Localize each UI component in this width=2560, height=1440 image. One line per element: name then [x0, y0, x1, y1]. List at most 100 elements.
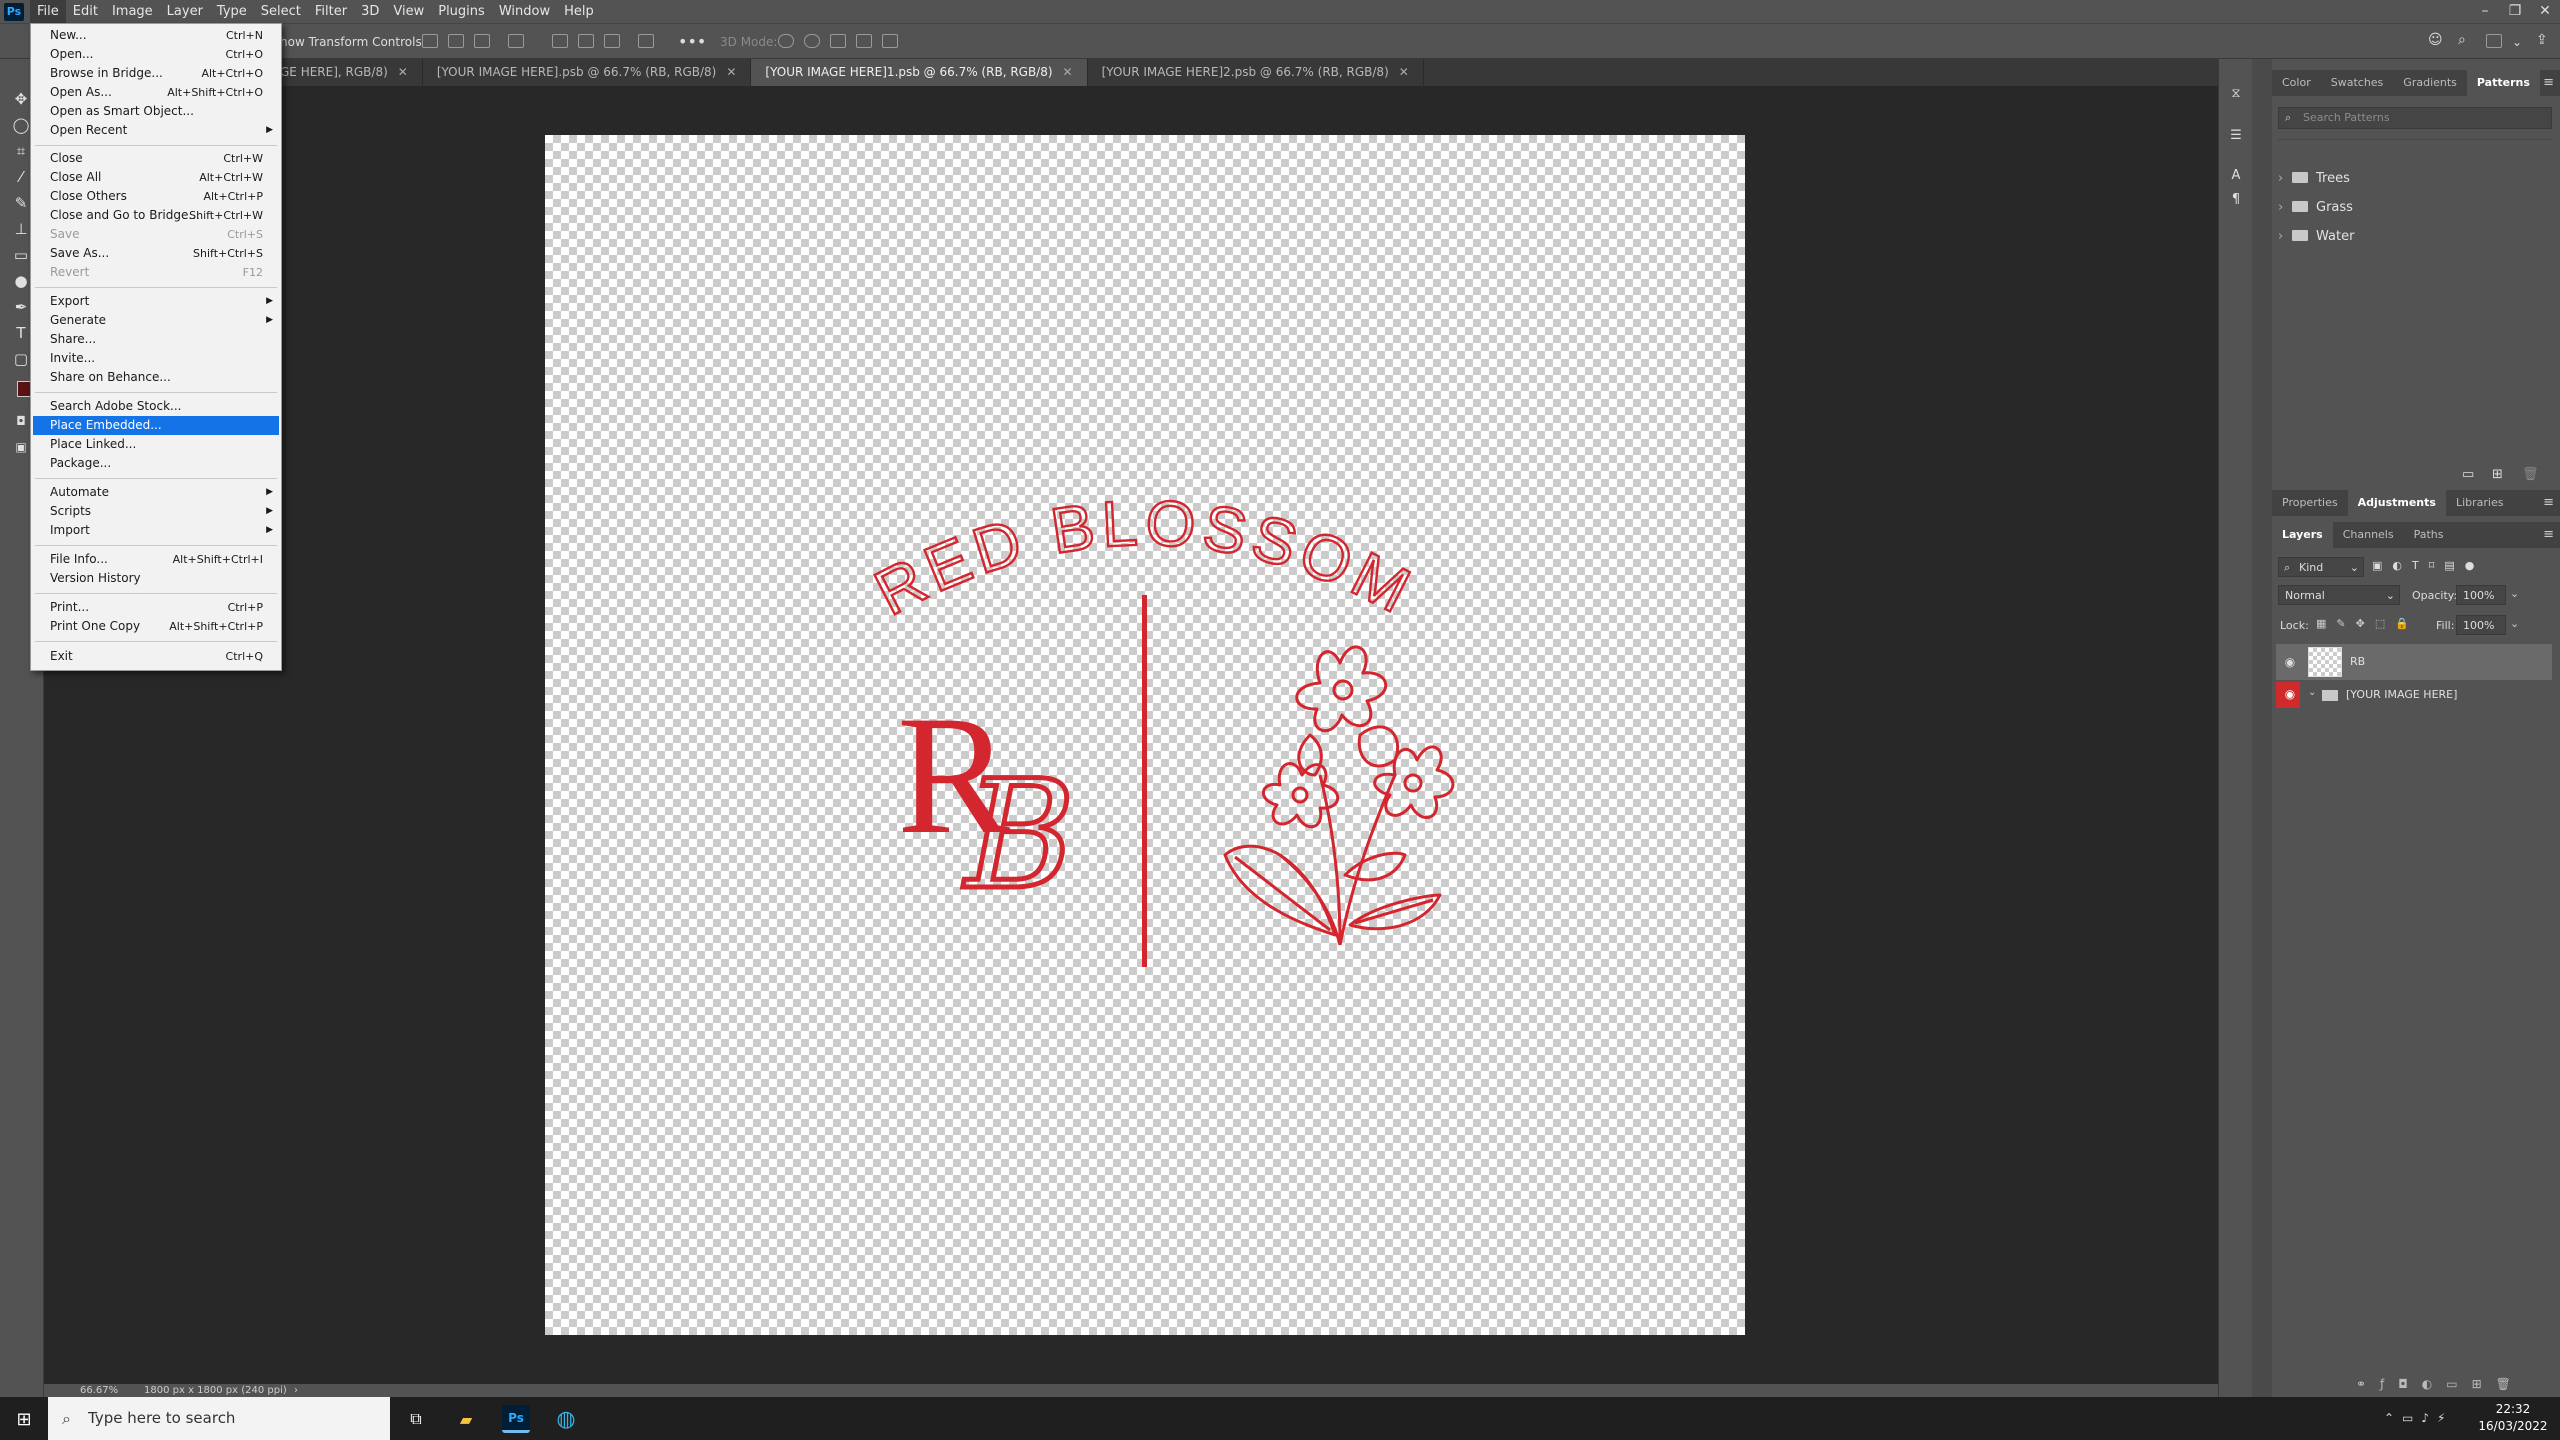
- align-center-icon[interactable]: [448, 34, 464, 48]
- lasso-tool-icon[interactable]: ◯: [10, 115, 32, 135]
- tab-libraries[interactable]: Libraries: [2446, 490, 2514, 516]
- layer-filter-icons[interactable]: ▣◐T⌑▤●: [2372, 559, 2484, 572]
- screen-mode-icon[interactable]: ▣: [10, 437, 32, 457]
- menu-item-revert[interactable]: Revert F12: [33, 263, 279, 282]
- quick-mask-icon[interactable]: ◘: [10, 411, 32, 431]
- menu-item-automate[interactable]: Automate ▶: [33, 483, 279, 502]
- panel-menu-icon[interactable]: ≡: [2543, 490, 2554, 516]
- adjust-sliders-icon[interactable]: ☰: [2225, 125, 2247, 145]
- eye-visibility-icon[interactable]: ◉: [2282, 687, 2298, 701]
- chevron-down-icon[interactable]: ⌄: [2512, 35, 2522, 49]
- menu-item-print-one-copy[interactable]: Print One Copy Alt+Shift+Ctrl+P: [33, 617, 279, 636]
- menu-view[interactable]: View: [386, 0, 431, 23]
- menu-item-open-as[interactable]: Open As... Alt+Shift+Ctrl+O: [33, 83, 279, 102]
- menu-item-print[interactable]: Print... Ctrl+P: [33, 598, 279, 617]
- menu-item-new[interactable]: New... Ctrl+N: [33, 26, 279, 45]
- show-transform-controls-label[interactable]: how Transform Controls: [280, 35, 422, 49]
- restore-icon[interactable]: ❐: [2500, 0, 2530, 23]
- menu-item-save-as[interactable]: Save As... Shift+Ctrl+S: [33, 244, 279, 263]
- menu-item-open[interactable]: Open... Ctrl+O: [33, 45, 279, 64]
- chevron-down-icon[interactable]: ⌄: [2510, 587, 2519, 600]
- 3d-slide-icon[interactable]: [856, 34, 872, 48]
- menu-edit[interactable]: Edit: [66, 0, 105, 23]
- menu-item-exit[interactable]: Exit Ctrl+Q: [33, 647, 279, 666]
- menu-item-invite[interactable]: Invite...: [33, 349, 279, 368]
- menu-window[interactable]: Window: [492, 0, 557, 23]
- new-group-folder-icon[interactable]: ▭: [2462, 467, 2474, 482]
- system-tray-icons[interactable]: ⌃▭♪⚡: [2384, 1411, 2453, 1425]
- menu-item-import[interactable]: Import ▶: [33, 521, 279, 540]
- fill-input[interactable]: 100%: [2456, 615, 2506, 635]
- lock-icons[interactable]: ▦✎✥⬚🔒: [2316, 617, 2419, 630]
- brush-tool-icon[interactable]: ✎: [10, 193, 32, 213]
- eye-visibility-icon[interactable]: ◉: [2282, 655, 2298, 669]
- chevron-down-icon[interactable]: ⌄: [2308, 687, 2316, 698]
- tab-gradients[interactable]: Gradients: [2393, 70, 2467, 96]
- blend-mode-select[interactable]: Normal ⌄: [2278, 585, 2400, 605]
- tab-paths[interactable]: Paths: [2404, 522, 2454, 548]
- 3d-scale-icon[interactable]: [882, 34, 898, 48]
- align-bottom-icon[interactable]: [604, 34, 620, 48]
- minimize-icon[interactable]: –: [2470, 0, 2500, 23]
- task-view-icon[interactable]: ⧉: [402, 1405, 430, 1433]
- paragraph-icon[interactable]: ¶: [2225, 189, 2247, 209]
- layer-name[interactable]: RB: [2350, 655, 2365, 668]
- menu-item-open-recent[interactable]: Open Recent ▶: [33, 121, 279, 140]
- menu-item-share-on-behance[interactable]: Share on Behance...: [33, 368, 279, 387]
- gradient-tool-icon[interactable]: ▭: [10, 245, 32, 265]
- layers-footer-icons[interactable]: ⚭ƒ◘◐▭⊞🗑: [2356, 1377, 2525, 1391]
- chevron-right-icon[interactable]: ›: [2278, 165, 2292, 193]
- close-icon[interactable]: ✕: [2530, 0, 2560, 23]
- align-left-icon[interactable]: [422, 34, 438, 48]
- more-options-icon[interactable]: •••: [678, 32, 706, 51]
- menu-layer[interactable]: Layer: [160, 0, 210, 23]
- tab-color[interactable]: Color: [2272, 70, 2321, 96]
- tab-swatches[interactable]: Swatches: [2321, 70, 2394, 96]
- close-icon[interactable]: ✕: [1063, 65, 1073, 79]
- tab-patterns[interactable]: Patterns: [2466, 70, 2540, 96]
- menu-item-close-others[interactable]: Close Others Alt+Ctrl+P: [33, 187, 279, 206]
- file-explorer-icon[interactable]: ▰: [452, 1405, 480, 1433]
- menu-3d[interactable]: 3D: [354, 0, 386, 23]
- menu-item-scripts[interactable]: Scripts ▶: [33, 502, 279, 521]
- windows-start-icon[interactable]: ⊞: [10, 1405, 38, 1433]
- menu-file[interactable]: File: [30, 0, 66, 23]
- pattern-folder-grass[interactable]: › Grass: [2278, 194, 2548, 222]
- eyedropper-tool-icon[interactable]: ⁄: [10, 167, 32, 187]
- menu-type[interactable]: Type: [210, 0, 254, 23]
- tab-adjustments[interactable]: Adjustments: [2347, 490, 2446, 516]
- search-patterns-input[interactable]: ⌕ Search Patterns: [2278, 107, 2552, 129]
- stamp-tool-icon[interactable]: ⊥: [10, 219, 32, 239]
- menu-item-package[interactable]: Package...: [33, 454, 279, 473]
- menu-item-file-info[interactable]: File Info... Alt+Shift+Ctrl+I: [33, 550, 279, 569]
- pen-tool-icon[interactable]: ✒: [10, 297, 32, 317]
- zoom-level[interactable]: 66.67%: [80, 1384, 118, 1397]
- layer-name[interactable]: [YOUR IMAGE HERE]: [2346, 688, 2457, 701]
- delete-trash-icon[interactable]: 🗑: [2522, 467, 2539, 482]
- align-right-icon[interactable]: [474, 34, 490, 48]
- tab-document-1[interactable]: [YOUR IMAGE HERE].psb @ 66.7% (RB, RGB/8…: [423, 59, 752, 86]
- distribute-icon[interactable]: [508, 34, 524, 48]
- pattern-folder-trees[interactable]: › Trees: [2278, 165, 2548, 193]
- taskbar-clock[interactable]: 22:32 16/03/2022: [2478, 1401, 2548, 1435]
- tab-channels[interactable]: Channels: [2333, 522, 2404, 548]
- 3d-orbit-icon[interactable]: [778, 34, 794, 48]
- crop-tool-icon[interactable]: ⌗: [10, 141, 32, 161]
- layer-row-your-image-here[interactable]: ◉ ⌄ [YOUR IMAGE HERE]: [2276, 682, 2552, 708]
- menu-item-place-embedded[interactable]: Place Embedded...: [33, 416, 279, 435]
- tab-properties[interactable]: Properties: [2272, 490, 2348, 516]
- menu-item-close-all[interactable]: Close All Alt+Ctrl+W: [33, 168, 279, 187]
- chevron-right-icon[interactable]: ›: [2278, 194, 2292, 222]
- menu-help[interactable]: Help: [557, 0, 601, 23]
- menu-select[interactable]: Select: [254, 0, 308, 23]
- layer-filter-kind-select[interactable]: ⌕ Kind ⌄: [2278, 557, 2364, 577]
- move-tool-icon[interactable]: ✥: [10, 89, 32, 109]
- layer-row-rb[interactable]: ◉ RB: [2276, 644, 2552, 680]
- chevron-right-icon[interactable]: ›: [294, 1384, 298, 1397]
- menu-item-close-and-go-to-bridge[interactable]: Close and Go to Bridge... Shift+Ctrl+W: [33, 206, 279, 225]
- pattern-folder-water[interactable]: › Water: [2278, 223, 2548, 251]
- align-top-icon[interactable]: [552, 34, 568, 48]
- chevron-right-icon[interactable]: ›: [2278, 223, 2292, 251]
- chevron-down-icon[interactable]: ⌄: [2510, 617, 2519, 630]
- align-middle-icon[interactable]: [578, 34, 594, 48]
